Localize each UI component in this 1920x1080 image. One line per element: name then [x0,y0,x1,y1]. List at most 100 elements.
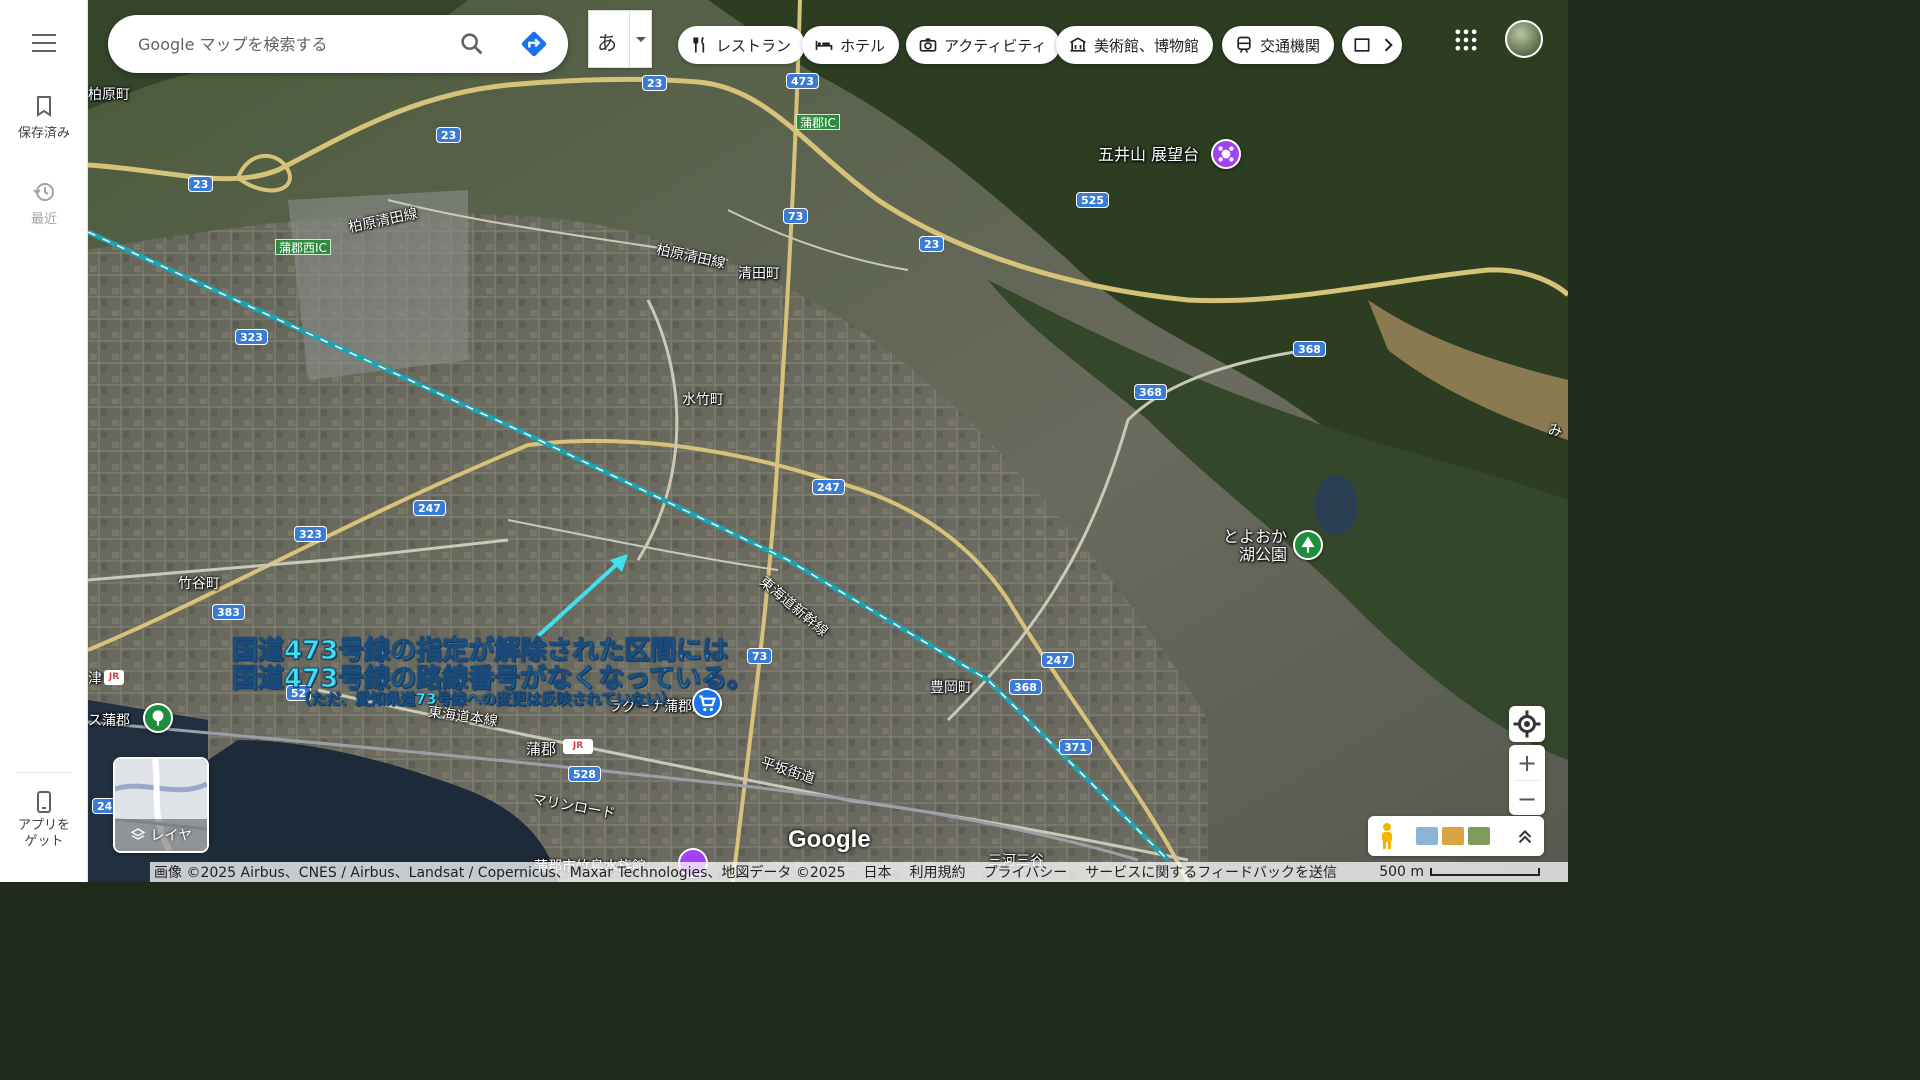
pegman-icon[interactable] [1376,822,1398,850]
layers-button[interactable]: レイヤ [113,757,209,853]
bookmark-icon [37,96,51,117]
place-label: 水竹町 [682,392,724,408]
place-label: ス蒲郡 [88,713,130,729]
chevron-right-icon[interactable] [1378,35,1398,55]
place-label: 清田町 [738,266,780,282]
search-icon[interactable] [458,30,486,58]
feedback-link[interactable]: サービスに関するフィードバックを送信 [1085,862,1337,882]
footer-bar: 画像 ©2025 Airbus、CNES / Airbus、Landsat / … [150,862,1568,882]
recent-label: 最近 [30,212,57,227]
chip-label: ホテル [840,36,886,55]
ic-sign: 蒲郡IC [796,114,840,130]
route-shield: 525 [1076,192,1109,208]
route-shield: 23 [919,236,945,252]
chip-activity[interactable]: アクティビティ [906,26,1061,64]
privacy-link[interactable]: プライバシー [984,862,1068,882]
country-link[interactable]: 日本 [864,862,892,882]
terms-link[interactable]: 利用規約 [910,862,966,882]
zoom-control: + − [1509,745,1545,815]
recent-button[interactable]: 最近 [0,180,88,227]
route-shield: 23 [436,127,462,143]
pharmacy-icon [1354,38,1370,52]
chip-label: アクティビティ [944,36,1047,55]
google-logo: Google [788,826,871,853]
place-label: 柏原町 [88,87,130,103]
park-pin-icon[interactable] [1293,530,1323,560]
layer-thumb-terrain[interactable] [1468,827,1490,845]
chip-hotel[interactable]: ホテル [802,26,900,64]
layers-label: レイヤ [115,825,207,845]
attribution-text: 画像 ©2025 Airbus、CNES / Airbus、Landsat / … [154,865,846,881]
history-icon [33,183,54,201]
ic-sign: 蒲郡西IC [275,239,331,255]
route-shield: 73 [783,208,809,224]
phone-icon [37,791,51,813]
route-shield: 368 [1009,679,1042,695]
directions-icon[interactable] [520,30,548,58]
place-label: 蒲郡 [526,740,557,758]
saved-label: 保存済み [17,126,70,141]
search-box[interactable] [108,15,568,73]
get-app-button[interactable]: アプリをゲット [0,790,88,851]
annotation-line-3: （ただ、愛知県道73号線への変更は反映されていない） [296,690,676,709]
museum-icon [1070,37,1086,52]
chip-label: 交通機関 [1260,36,1321,55]
ime-dropdown-icon[interactable] [629,11,652,67]
search-input[interactable] [136,29,436,59]
route-shield: 247 [413,500,446,516]
route-shield: 368 [1134,384,1167,400]
quick-layers-panel [1368,816,1544,856]
jr-station-icon[interactable]: JR [104,670,124,685]
my-location-button[interactable] [1509,706,1545,742]
park-pin-icon[interactable] [143,703,173,733]
scale-label[interactable]: 500 m [1379,864,1424,880]
viewpoint-pin-icon[interactable] [1211,139,1241,169]
account-avatar[interactable] [1505,20,1543,58]
rail-divider [16,772,72,773]
route-shield: 323 [235,329,268,345]
fork-knife-icon [693,36,705,53]
place-label: 豊岡町 [930,680,972,696]
layers-icon [130,828,146,840]
camera-icon [919,38,937,52]
map-imagery [88,0,1568,882]
get-app-label: アプリをゲット [17,818,70,850]
satellite-map[interactable]: 23 23 23 23 473 73 73 525 368 368 368 32… [88,0,1568,882]
route-shield: 473 [786,73,819,89]
route-shield: 371 [1059,739,1092,755]
zoom-in-button[interactable]: + [1509,745,1545,780]
jr-station-icon[interactable]: JR [563,739,593,754]
layer-thumb-traffic[interactable] [1442,827,1464,845]
scale-bar [1430,868,1540,876]
chip-more[interactable] [1342,26,1402,64]
chip-museum[interactable]: 美術館、博物館 [1056,26,1214,64]
route-shield: 247 [1041,652,1074,668]
chip-label: レストラン [716,36,792,55]
route-shield: 23 [188,176,214,192]
poi-toyooka-park-label[interactable]: とよおか 湖公園 [1223,528,1287,563]
ime-char: あ [597,31,617,55]
layer-thumb-transit[interactable] [1416,827,1438,845]
route-shield: 23 [642,75,668,91]
saved-button[interactable]: 保存済み [0,94,88,141]
train-icon [1237,36,1251,53]
apps-grid-icon[interactable] [1452,26,1480,54]
place-label: 津 [88,671,102,687]
route-shield: 323 [294,526,327,542]
menu-button[interactable] [28,28,60,60]
bed-icon [815,40,833,50]
poi-goiyama-label[interactable]: 五井山 展望台 [1098,146,1199,164]
left-rail: 保存済み 最近 アプリをゲット [0,0,88,882]
route-shield: 528 [568,766,601,782]
chip-restaurant[interactable]: レストラン [678,26,806,64]
route-shield: 368 [1293,341,1326,357]
route-shield: 247 [812,479,845,495]
place-label: 竹谷町 [178,576,220,592]
place-label: み [1548,423,1562,439]
route-shield: 383 [212,604,245,620]
chip-transit[interactable]: 交通機関 [1222,26,1335,64]
ime-input-mode[interactable]: あ [588,10,652,68]
menu-icon [32,34,56,36]
expand-up-icon[interactable] [1514,825,1536,847]
zoom-out-button[interactable]: − [1509,781,1545,815]
